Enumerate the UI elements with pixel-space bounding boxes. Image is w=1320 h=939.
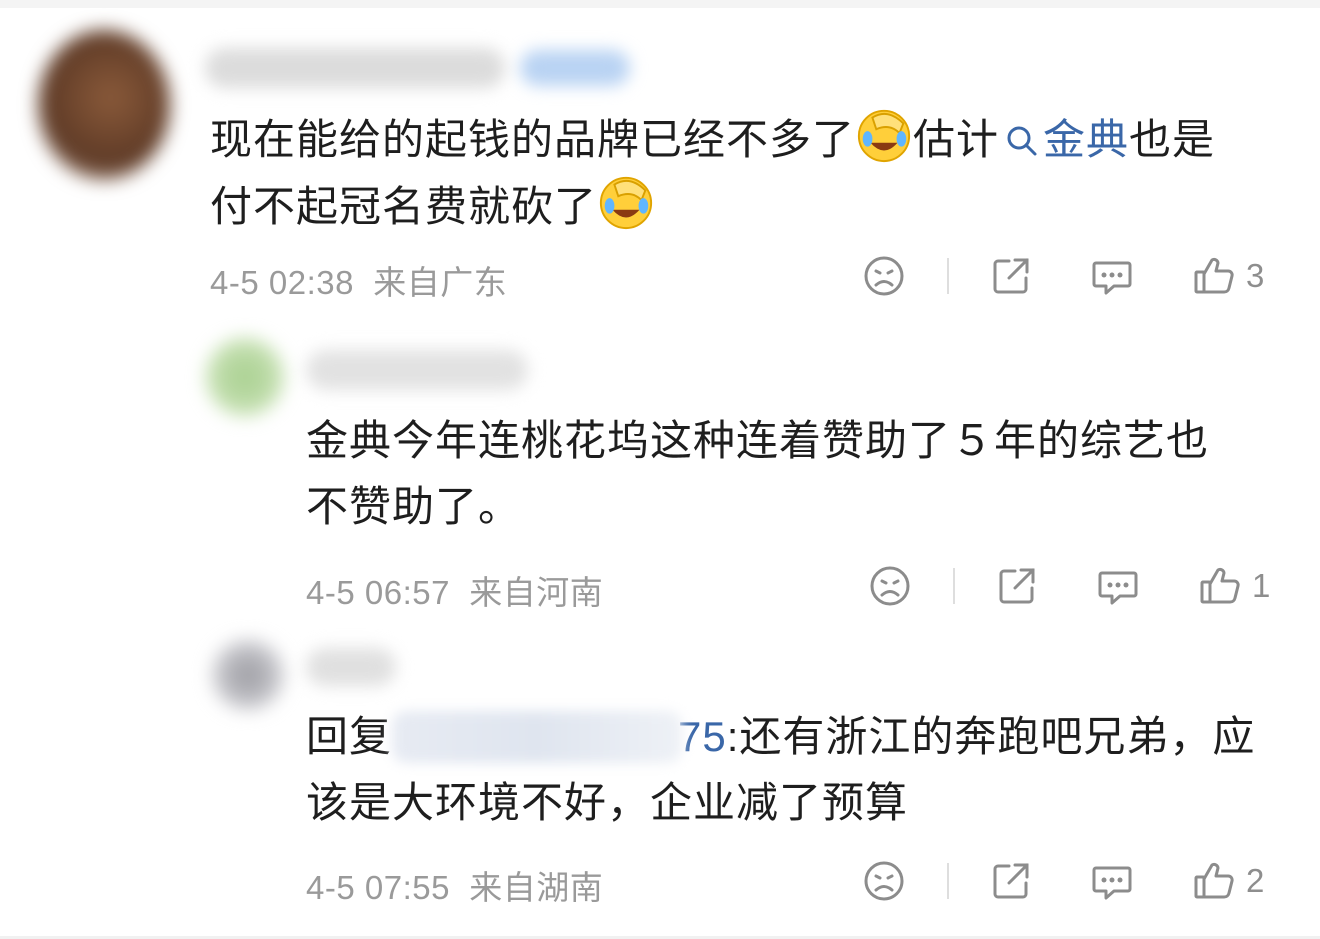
like-icon <box>1194 862 1234 899</box>
username-blurred[interactable] <box>306 648 396 686</box>
facepalm-laugh-emoji <box>857 109 911 163</box>
avatar[interactable] <box>206 338 284 416</box>
comment-icon <box>1092 261 1132 295</box>
comment-meta: 4-5 06:57 来自河南 <box>306 574 604 611</box>
dislike-icon <box>864 861 904 901</box>
mention-blurred <box>392 711 683 763</box>
mention-link[interactable]: 75 <box>392 711 727 763</box>
comment-icon <box>1092 866 1132 900</box>
comment-button[interactable] <box>1090 249 1134 303</box>
like-count: 3 <box>1246 257 1265 294</box>
reply-text: 金典今年连桃花坞这种连着赞助了５年的综艺也 不赞助了。 <box>306 417 1210 530</box>
comment-button[interactable] <box>1096 559 1140 613</box>
share-icon <box>993 258 1029 294</box>
share-button[interactable] <box>989 854 1033 908</box>
share-button[interactable] <box>995 559 1039 613</box>
user-badge-blurred <box>520 50 630 86</box>
dislike-icon <box>870 566 910 606</box>
avatar[interactable] <box>212 640 284 710</box>
comment-meta: 4-5 02:38 来自广东 <box>210 264 508 301</box>
avatar[interactable] <box>38 30 170 180</box>
share-button[interactable] <box>989 249 1033 303</box>
share-icon <box>993 863 1029 899</box>
like-button[interactable]: 2 <box>1192 854 1264 908</box>
action-divider <box>947 258 949 294</box>
facepalm-laugh-emoji <box>599 176 653 230</box>
comment-meta: 4-5 07:55 来自湖南 <box>306 869 604 906</box>
share-icon <box>999 568 1035 604</box>
comment-text: 现在能给的起钱的品牌已经不多了 估计 金典也是 付不起冠名费就砍了 <box>210 106 1290 240</box>
like-count: 2 <box>1246 862 1265 899</box>
action-divider <box>953 568 955 604</box>
like-icon <box>1200 567 1240 604</box>
like-icon <box>1194 257 1234 294</box>
search-link[interactable]: 金典 <box>999 116 1129 163</box>
like-button[interactable]: 1 <box>1198 559 1270 613</box>
dislike-button[interactable] <box>868 559 912 613</box>
comment-icon <box>1098 571 1138 605</box>
username-blurred[interactable] <box>205 48 505 88</box>
search-icon <box>1007 126 1037 156</box>
dislike-button[interactable] <box>862 854 906 908</box>
top-separator <box>0 0 1320 8</box>
username-blurred[interactable] <box>306 350 528 390</box>
dislike-icon <box>864 256 904 296</box>
dislike-button[interactable] <box>862 249 906 303</box>
action-divider <box>947 863 949 899</box>
like-count: 1 <box>1252 567 1271 604</box>
like-button[interactable]: 3 <box>1192 249 1264 303</box>
reply-text: 回复 75:还有浙江的奔跑吧兄弟，应 该是大环境不好，企业减了预算 <box>306 711 1256 826</box>
comment-button[interactable] <box>1090 854 1134 908</box>
